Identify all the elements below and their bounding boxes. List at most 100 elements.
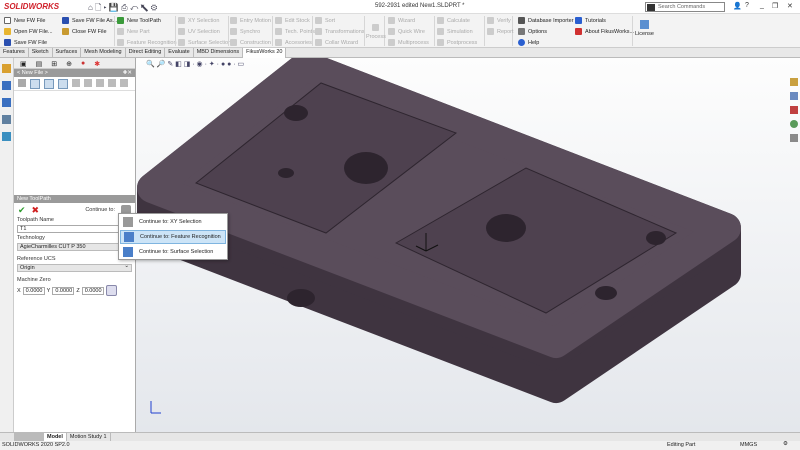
tab-evaluate[interactable]: Evaluate	[165, 48, 194, 58]
calc-button-1[interactable]: Simulation	[437, 28, 473, 35]
close-fw-file-button[interactable]: Close FW File	[62, 28, 107, 35]
verify-button-1[interactable]: Report	[487, 28, 514, 35]
continue-to-menu: Continue to: XY Selection Continue to: F…	[118, 213, 228, 260]
help-icon[interactable]: ?	[745, 2, 749, 9]
menu-item-feature-recognition[interactable]: Continue to: Feature Recognition	[120, 230, 226, 244]
motion-button-2[interactable]: Construction	[230, 39, 271, 46]
design-library-icon[interactable]	[790, 92, 798, 100]
part-icon[interactable]	[84, 79, 92, 87]
license-button[interactable]: License	[635, 20, 654, 37]
help-button[interactable]: Help	[518, 39, 539, 46]
save-fw-file-button[interactable]: Save FW File	[4, 39, 47, 46]
search-input[interactable]: Search Commands	[645, 2, 725, 12]
label: Feature Recognition	[127, 39, 177, 46]
stock-button-0[interactable]: Edit Stock	[275, 17, 310, 24]
wizard-button-2[interactable]: Multiprocess	[388, 39, 429, 46]
options-button[interactable]: Options	[518, 28, 547, 35]
sort-button-1[interactable]: Transformations	[315, 28, 365, 35]
label: Wizard	[398, 17, 416, 24]
sort-button-2[interactable]: Collar Wizard	[315, 39, 358, 46]
units-select[interactable]: MMGS	[740, 442, 757, 448]
tools-icon[interactable]	[120, 79, 128, 87]
property-icon[interactable]: ▤	[36, 60, 43, 68]
custom-properties-icon[interactable]	[790, 134, 798, 142]
pick-origin-icon[interactable]	[105, 285, 117, 296]
restore-button[interactable]: ❐	[772, 2, 778, 10]
calc-icon	[437, 39, 444, 46]
tab-direct-editing[interactable]: Direct Editing	[126, 48, 166, 58]
target-icon[interactable]: ⊕	[66, 60, 72, 68]
label: Database Importer	[528, 17, 574, 24]
menu-item-surface-selection[interactable]: Continue to: Surface Selection	[120, 245, 226, 259]
resources-icon[interactable]	[790, 78, 798, 86]
part-model[interactable]	[136, 58, 800, 432]
selection-button-0[interactable]: XY Selection	[178, 17, 219, 24]
new-part-button[interactable]: New Part	[117, 28, 150, 35]
stock-button-1[interactable]: Tech. Points	[275, 28, 315, 35]
open-fw-file-button[interactable]: Open FW File...	[4, 28, 53, 35]
layers-icon[interactable]	[96, 79, 104, 87]
tree-icon[interactable]	[30, 79, 40, 89]
configuration-icon[interactable]	[2, 98, 11, 107]
close-button[interactable]: ✕	[787, 2, 793, 10]
panel-tabs[interactable]: ▣ ▤ ⊞ ⊕ ● ✱	[14, 58, 135, 69]
calc-button-2[interactable]: Postprocess	[437, 39, 477, 46]
cancel-x-icon[interactable]: ✖	[32, 205, 40, 216]
x-input[interactable]: 0.0000	[22, 286, 45, 295]
database-importer-button[interactable]: Database Importer	[518, 17, 574, 24]
cam-icon[interactable]	[58, 79, 68, 89]
sort-button-0[interactable]: Sort	[315, 17, 335, 24]
tab-features[interactable]: Features	[0, 48, 29, 58]
y-input[interactable]: 0.0000	[52, 286, 75, 295]
graphics-area[interactable]: 🔍 🔎 ✎ ◧ ◨ · ◉ · ✦ · ● ● · ▭	[136, 58, 800, 432]
about-fikusworks-button[interactable]: About FikusWorks...	[575, 28, 634, 35]
appearance-icon[interactable]: ●	[81, 60, 85, 67]
menu-item-xy-selection[interactable]: Continue to: XY Selection	[120, 215, 226, 229]
feature-recognition-button[interactable]: Feature Recognition	[117, 39, 177, 46]
reference-ucs-select[interactable]: Origin	[17, 263, 132, 272]
display-manager-icon[interactable]	[2, 132, 11, 141]
new-fw-file-button[interactable]: New FW File	[4, 17, 45, 24]
minimize-button[interactable]: _	[760, 2, 764, 9]
machine-icon[interactable]	[18, 79, 26, 87]
tab-sketch[interactable]: Sketch	[29, 48, 53, 58]
wizard-button-0[interactable]: Wizard	[388, 17, 415, 24]
feature-tree-icon[interactable]: ▣	[20, 60, 27, 68]
user-icon[interactable]: 👤	[733, 2, 742, 10]
tutorials-button[interactable]: Tutorials	[575, 17, 606, 24]
file-explorer-icon[interactable]	[790, 106, 798, 114]
stock-icon[interactable]	[72, 79, 80, 87]
sort-icon	[315, 28, 322, 35]
pin-close-icon[interactable]: ✚✕	[123, 70, 132, 76]
rebuild-icon[interactable]: ⚙	[783, 441, 788, 447]
filter-icon[interactable]	[108, 79, 116, 87]
toolpath-name-input[interactable]: T1	[17, 225, 132, 233]
tab-surfaces[interactable]: Surfaces	[53, 48, 82, 58]
technology-select[interactable]: AgieCharmilles CUT P 350	[17, 242, 132, 251]
wizard-button-1[interactable]: Quick Wire	[388, 28, 425, 35]
calc-button-0[interactable]: Calculate	[437, 17, 470, 24]
new-toolpath-button[interactable]: New ToolPath	[117, 17, 161, 24]
tab-mesh-modeling[interactable]: Mesh Modeling	[81, 48, 126, 58]
fikus-tab-icon[interactable]: ✱	[94, 60, 100, 68]
feature-manager-icon[interactable]	[2, 64, 11, 73]
appearances-icon[interactable]	[790, 120, 798, 128]
dimxpert-icon[interactable]	[2, 115, 11, 124]
verify-button-0[interactable]: Verify	[487, 17, 511, 24]
motion-button-1[interactable]: Synchro	[230, 28, 260, 35]
tab-fikusworks-20[interactable]: FikusWorks 20	[243, 48, 287, 58]
process-button[interactable]: Process	[366, 24, 386, 40]
z-input[interactable]: 0.0000	[81, 286, 104, 295]
ok-check-icon[interactable]: ✔	[18, 205, 26, 216]
motion-button-0[interactable]: Entry Motion	[230, 17, 271, 24]
property-manager-icon[interactable]	[2, 81, 11, 90]
tab-mbd-dimensions[interactable]: MBD Dimensions	[194, 48, 244, 58]
cad-icon[interactable]	[44, 79, 54, 89]
label: License	[635, 31, 654, 37]
stock-button-2[interactable]: Accesories	[275, 39, 312, 46]
label: Continue to: XY Selection	[139, 219, 202, 225]
config-icon[interactable]: ⊞	[51, 60, 57, 68]
selection-button-1[interactable]: UV Selection	[178, 28, 220, 35]
selection-button-2[interactable]: Surface Selection	[178, 39, 231, 46]
save-fw-file-as-button[interactable]: Save FW File As...	[62, 17, 117, 24]
